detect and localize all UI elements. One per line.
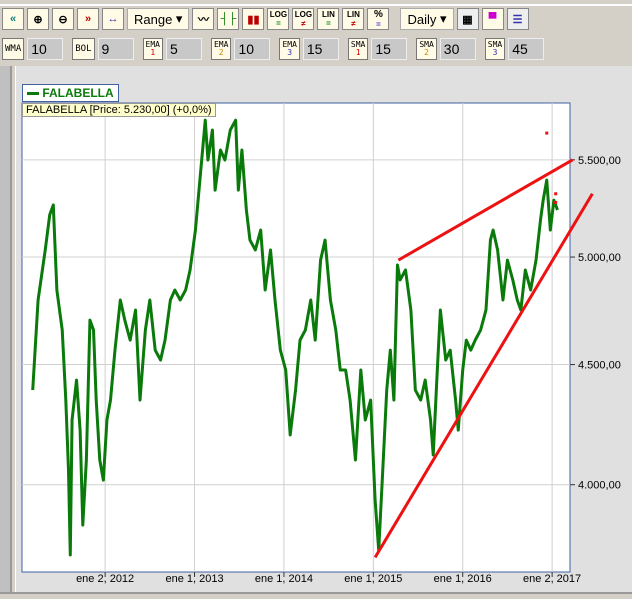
x-tick-label: ene 1, 2013 bbox=[165, 573, 223, 585]
plot-area bbox=[21, 102, 571, 573]
x-tick-label: ene 1, 2016 bbox=[434, 573, 492, 585]
price-tooltip: FALABELLA [Price: 5.230,00] (+0,0%) bbox=[22, 103, 216, 117]
y-tick-label: 5.000,00 bbox=[578, 252, 621, 264]
x-tick-label: ene 2, 2017 bbox=[523, 573, 581, 585]
marker-point bbox=[554, 200, 558, 204]
x-tick-label: ene 1, 2015 bbox=[344, 573, 402, 585]
x-tick-label: ene 1, 2014 bbox=[255, 573, 313, 585]
y-tick-label: 4.500,00 bbox=[578, 360, 621, 372]
marker-point bbox=[554, 192, 558, 196]
status-bar bbox=[0, 592, 632, 599]
marker-point bbox=[545, 131, 549, 135]
x-tick-label: ene 2, 2012 bbox=[76, 573, 134, 585]
price-chart[interactable]: 5.500,00 5.000,00 4.500,00 4.000,00 ene 2, 2… bbox=[0, 0, 632, 599]
y-tick-label: 5.500,00 bbox=[578, 155, 621, 167]
y-tick-label: 4.000,00 bbox=[578, 480, 621, 492]
